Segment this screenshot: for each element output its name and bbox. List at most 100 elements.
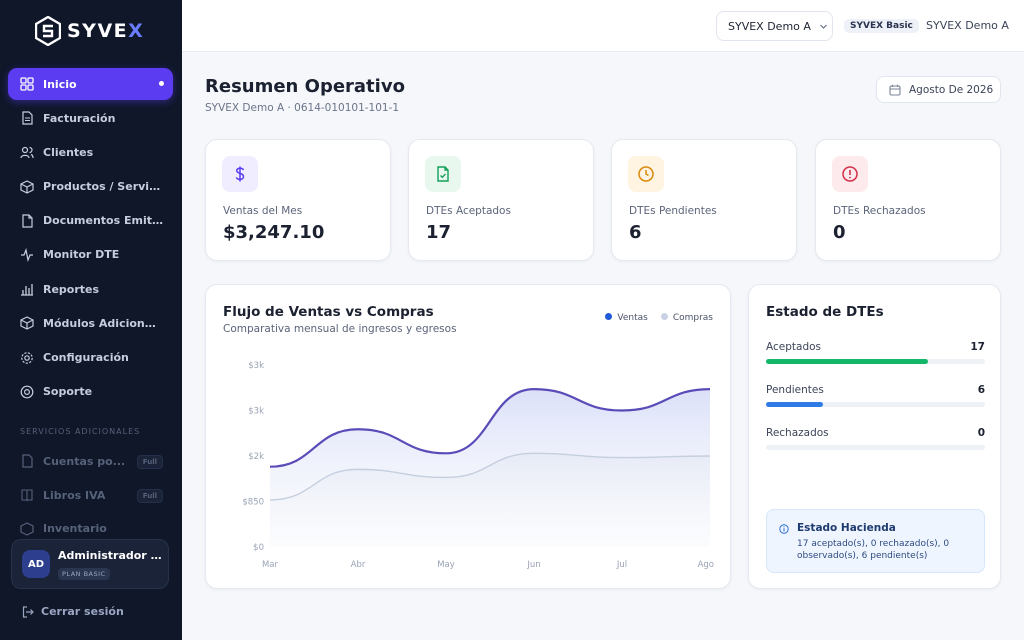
file-check-icon <box>437 166 449 182</box>
y-tick-label: $3k <box>248 407 264 417</box>
hacienda-title: Estado Hacienda <box>797 522 896 534</box>
pulse-icon <box>21 247 33 262</box>
progress-track <box>766 445 985 450</box>
sidebar-item-inicio[interactable]: Inicio <box>8 68 173 100</box>
addon-badge: Full <box>136 455 163 469</box>
logout-button[interactable]: Cerrar sesión <box>22 605 124 618</box>
cube-icon <box>20 316 34 330</box>
addon-label: Inventario <box>43 522 107 535</box>
stat-icon-wrap <box>832 156 868 192</box>
user-card[interactable]: AD Administrador D... PLAN BASIC <box>11 539 169 589</box>
progress-track <box>766 359 985 364</box>
hacienda-text: 17 aceptado(s), 0 rechazado(s), 0 observ… <box>797 539 950 561</box>
user-name: Administrador D... <box>58 549 164 562</box>
sidebar-item-label: Productos / Servicios <box>43 180 163 194</box>
stat-label: DTEs Pendientes <box>629 205 717 217</box>
company-select-value: SYVEX Demo A <box>728 19 811 33</box>
x-tick-label: Jul <box>616 560 627 570</box>
sidebar-item-label: Documentos Emitidos <box>43 214 163 228</box>
dollar-icon <box>235 166 245 182</box>
sidebar-item-facturacion[interactable]: Facturación <box>8 102 173 134</box>
sidebar-item-configuracion[interactable]: Configuración <box>8 342 173 374</box>
chevron-down-icon <box>819 24 827 29</box>
sidebar-item-monitor[interactable]: Monitor DTE <box>8 239 173 271</box>
y-tick-label: $0 <box>253 543 264 553</box>
stat-card-aceptados: DTEs Aceptados 17 <box>408 139 594 261</box>
gear-icon <box>21 351 33 364</box>
sidebar-item-label: Reportes <box>43 282 100 296</box>
plan-badge: PLAN BASIC <box>58 568 110 580</box>
calendar-icon <box>889 84 901 96</box>
x-tick-label: Jun <box>526 560 540 570</box>
sidebar-item-documentos[interactable]: Documentos Emitidos <box>8 205 173 237</box>
stat-label: DTEs Aceptados <box>426 205 511 217</box>
brand-name: SYVEX <box>67 20 145 42</box>
date-picker-button[interactable]: Agosto De 2026 <box>876 76 1001 103</box>
x-tick-label: Abr <box>351 560 366 570</box>
section-label-addons: SERVICIOS ADICIONALES <box>20 427 141 436</box>
y-tick-label: $850 <box>242 498 264 508</box>
x-tick-label: Ago <box>698 560 714 570</box>
status-count: 17 <box>970 341 985 353</box>
sidebar-item-clientes[interactable]: Clientes <box>8 136 173 168</box>
stat-label: Ventas del Mes <box>223 205 303 217</box>
chart-card: Flujo de Ventas vs Compras Comparativa m… <box>205 284 731 589</box>
sidebar-item-reportes[interactable]: Reportes <box>8 273 173 305</box>
logo-icon <box>35 16 61 46</box>
page-subtitle: SYVEX Demo A · 0614-010101-101-1 <box>205 102 400 114</box>
stat-label: DTEs Rechazados <box>833 205 926 217</box>
top-user-name[interactable]: SYVEX Demo A <box>926 19 1009 32</box>
info-icon <box>779 524 789 534</box>
box-icon <box>20 179 34 194</box>
addon-badge: Full <box>136 489 163 503</box>
sidebar-item-label: Configuración <box>43 351 129 364</box>
y-tick-label: $3k <box>248 361 264 371</box>
stat-icon-wrap <box>425 156 461 192</box>
document-icon <box>22 111 33 125</box>
stat-card-pendientes: DTEs Pendientes 6 <box>611 139 797 261</box>
progress-fill <box>766 402 823 407</box>
sidebar-item-soporte[interactable]: Soporte <box>8 376 173 408</box>
grid-icon <box>20 77 34 91</box>
stat-icon-wrap <box>222 156 258 192</box>
company-select[interactable]: SYVEX Demo A <box>716 11 833 41</box>
book-icon <box>21 489 33 502</box>
stat-card-ventas: Ventas del Mes $3,247.10 <box>205 139 391 261</box>
sidebar-item-productos[interactable]: Productos / Servicios <box>8 171 173 203</box>
status-label: Pendientes <box>766 384 824 396</box>
stat-value: $3,247.10 <box>223 222 325 243</box>
status-card-title: Estado de DTEs <box>766 304 884 320</box>
status-count: 6 <box>977 384 985 396</box>
brand-logo[interactable]: SYVEX <box>35 16 144 46</box>
avatar: AD <box>22 550 50 578</box>
addon-item-cuentas[interactable]: Cuentas po... Full <box>8 445 173 477</box>
page-title: Resumen Operativo <box>205 76 405 97</box>
addon-label: Cuentas po... <box>43 454 126 468</box>
files-icon <box>22 214 33 228</box>
progress-fill <box>766 359 929 364</box>
bar-chart-icon <box>21 284 33 296</box>
stat-value: 6 <box>629 222 642 243</box>
sidebar-item-label: Clientes <box>43 145 94 159</box>
sidebar-item-label: Soporte <box>43 385 93 399</box>
clock-icon <box>638 166 654 182</box>
x-tick-label: Mar <box>262 560 279 570</box>
addon-item-libros[interactable]: Libros IVA Full <box>8 479 173 511</box>
users-icon <box>20 147 34 159</box>
hacienda-status-box: Estado Hacienda 17 aceptado(s), 0 rechaz… <box>766 509 985 573</box>
addon-item-inventario[interactable]: Inventario <box>8 513 173 537</box>
logout-icon <box>22 605 34 618</box>
x-tick-label: May <box>437 560 455 570</box>
stat-card-rechazados: DTEs Rechazados 0 <box>815 139 1001 261</box>
box-icon <box>20 522 34 536</box>
sidebar-item-label: Monitor DTE <box>43 248 120 262</box>
sidebar-item-label: Facturación <box>43 111 116 125</box>
area-chart: $0 $850 $2k $3k $3k Mar Abr May Jun Jul Ago <box>242 361 714 570</box>
sidebar-item-label: Módulos Adicionales <box>43 316 163 330</box>
logout-label: Cerrar sesión <box>41 605 124 618</box>
dte-status-card: Estado de DTEs Aceptados 17 Pendientes 6… <box>748 284 1001 589</box>
sidebar-item-modulos[interactable]: Módulos Adicionales <box>8 307 173 339</box>
top-bar: SYVEX Demo A SYVEX Basic SYVEX Demo A <box>182 0 1024 52</box>
document-icon <box>22 454 33 468</box>
plan-chip: SYVEX Basic <box>844 19 919 33</box>
